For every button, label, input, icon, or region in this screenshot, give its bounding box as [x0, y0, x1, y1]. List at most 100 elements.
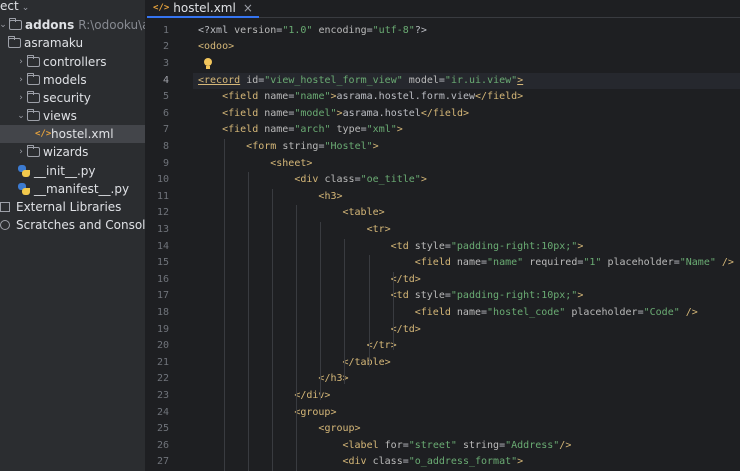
- code-line[interactable]: <record id="view_hostel_form_view" model…: [198, 73, 740, 90]
- code-line[interactable]: <label for="street" string="Address"/>: [198, 438, 740, 455]
- code-editor[interactable]: <?xml version="1.0" encoding="utf-8"?> <o…: [193, 19, 740, 471]
- code-token: "Hostel": [324, 140, 373, 152]
- code-token: placeholder: [571, 306, 638, 318]
- tree-item-name: __manifest__.py: [34, 182, 130, 196]
- code-line[interactable]: <div class="oe_title">: [198, 172, 740, 189]
- lightbulb-icon[interactable]: [203, 58, 213, 70]
- code-line[interactable]: </td>: [198, 272, 740, 289]
- line-number[interactable]: 12: [157, 205, 169, 222]
- editor-tab-bar: </> hostel.xml ×: [147, 0, 740, 18]
- code-token: style: [414, 290, 445, 302]
- line-number[interactable]: 9: [163, 156, 169, 173]
- close-icon[interactable]: ×: [243, 1, 253, 15]
- code-token: "name": [487, 257, 524, 269]
- code-line[interactable]: <form string="Hostel">: [198, 139, 740, 156]
- code-line[interactable]: <?xml version="1.0" encoding="utf-8"?>: [198, 23, 740, 40]
- code-line[interactable]: <div class="o_address_format">: [198, 454, 740, 471]
- chevron-right-icon[interactable]: ›: [16, 89, 26, 107]
- code-line[interactable]: <table>: [198, 205, 740, 222]
- chevron-right-icon[interactable]: ›: [16, 143, 26, 161]
- line-number[interactable]: 23: [157, 388, 169, 405]
- code-line[interactable]: <group>: [198, 421, 740, 438]
- line-number[interactable]: 24: [157, 405, 169, 422]
- tree-item-init-py[interactable]: __init__.py: [0, 162, 145, 180]
- line-number[interactable]: 17: [157, 288, 169, 305]
- code-line[interactable]: <field name="hostel_code" placeholder="C…: [198, 305, 740, 322]
- line-number[interactable]: 11: [157, 189, 169, 206]
- line-number[interactable]: 10: [157, 172, 169, 189]
- code-line[interactable]: <sheet>: [198, 156, 740, 173]
- code-line[interactable]: <field name="model">asrama.hostel</field…: [198, 106, 740, 123]
- code-line[interactable]: <tr>: [198, 222, 740, 239]
- line-number[interactable]: 22: [157, 371, 169, 388]
- code-line[interactable]: </div>: [198, 388, 740, 405]
- tree-item-addons[interactable]: ⌄ addonsR:\odooku\addons: [0, 16, 145, 34]
- line-number[interactable]: 3: [163, 56, 169, 73]
- line-number[interactable]: 4: [163, 73, 169, 90]
- code-line[interactable]: </table>: [198, 355, 740, 372]
- tree-item-hostel-xml[interactable]: </> hostel.xml: [0, 125, 145, 143]
- line-number[interactable]: 20: [157, 338, 169, 355]
- chevron-right-icon[interactable]: ›: [16, 71, 26, 89]
- code-token: "padding-right:10px;": [450, 290, 578, 302]
- tree-item-security[interactable]: › security: [0, 89, 145, 107]
- code-line[interactable]: <field name="name">asrama.hostel.form.vi…: [198, 89, 740, 106]
- line-number[interactable]: 27: [157, 454, 169, 471]
- tree-item-controllers[interactable]: › controllers: [0, 53, 145, 71]
- code-line[interactable]: <td style="padding-right:10px;">: [198, 288, 740, 305]
- tree-item-label: hostel.xml: [51, 125, 114, 143]
- code-line[interactable]: </td>: [198, 322, 740, 339]
- code-token: type: [336, 124, 361, 136]
- tree-item-asramaku[interactable]: asramaku: [0, 34, 145, 52]
- code-line[interactable]: [198, 56, 740, 73]
- code-token: name: [456, 306, 481, 318]
- code-token: string: [462, 439, 500, 451]
- code-token: style: [414, 240, 445, 252]
- tree-item-wizards[interactable]: › wizards: [0, 143, 145, 161]
- chevron-down-icon[interactable]: ⌄: [16, 107, 26, 125]
- line-number[interactable]: 14: [157, 239, 169, 256]
- code-line[interactable]: <field name="name" required="1" placehol…: [198, 255, 740, 272]
- code-line[interactable]: </h3>: [198, 371, 740, 388]
- line-number[interactable]: 8: [163, 139, 169, 156]
- tree-item-path: R:\odooku\addons: [78, 18, 145, 32]
- code-line[interactable]: <group>: [198, 405, 740, 422]
- tree-item-name: External Libraries: [16, 200, 122, 214]
- line-number[interactable]: 5: [163, 89, 169, 106]
- code-line[interactable]: </tr>: [198, 338, 740, 355]
- chevron-down-icon[interactable]: ⌄: [22, 3, 30, 13]
- line-number[interactable]: 7: [163, 122, 169, 139]
- line-number[interactable]: 19: [157, 322, 169, 339]
- code-line[interactable]: <h3>: [198, 189, 740, 206]
- line-number[interactable]: 25: [157, 421, 169, 438]
- code-token: >: [517, 456, 524, 468]
- folder-icon: [8, 36, 21, 48]
- line-number[interactable]: 26: [157, 438, 169, 455]
- indent-guide: [272, 188, 274, 471]
- code-line[interactable]: <field name="arch" type="xml">: [198, 122, 740, 139]
- line-number[interactable]: 2: [163, 39, 169, 56]
- line-number[interactable]: 1: [163, 23, 169, 40]
- tree-item-views[interactable]: ⌄ views: [0, 107, 145, 125]
- line-number[interactable]: 16: [157, 272, 169, 289]
- code-line[interactable]: <td style="padding-right:10px;">: [198, 239, 740, 256]
- chevron-down-icon[interactable]: ⌄: [0, 16, 8, 34]
- tab-hostel-xml[interactable]: </> hostel.xml ×: [147, 0, 259, 18]
- line-number[interactable]: 15: [157, 255, 169, 272]
- project-panel-header[interactable]: ect ⌄: [0, 0, 145, 15]
- code-token: <form: [246, 140, 277, 152]
- tree-item-manifest-py[interactable]: __manifest__.py: [0, 180, 145, 198]
- code-line[interactable]: <odoo>: [198, 39, 740, 56]
- tree-item-models[interactable]: › models: [0, 71, 145, 89]
- tree-item-external-libraries[interactable]: External Libraries: [0, 198, 145, 216]
- tree-item-scratches-and-consoles[interactable]: Scratches and Consoles: [0, 216, 145, 234]
- line-number[interactable]: 18: [157, 305, 169, 322]
- line-number[interactable]: 6: [163, 106, 169, 123]
- chevron-right-icon[interactable]: ›: [16, 53, 26, 71]
- code-token: <div: [294, 174, 319, 186]
- line-number[interactable]: 21: [157, 355, 169, 372]
- line-number[interactable]: 13: [157, 222, 169, 239]
